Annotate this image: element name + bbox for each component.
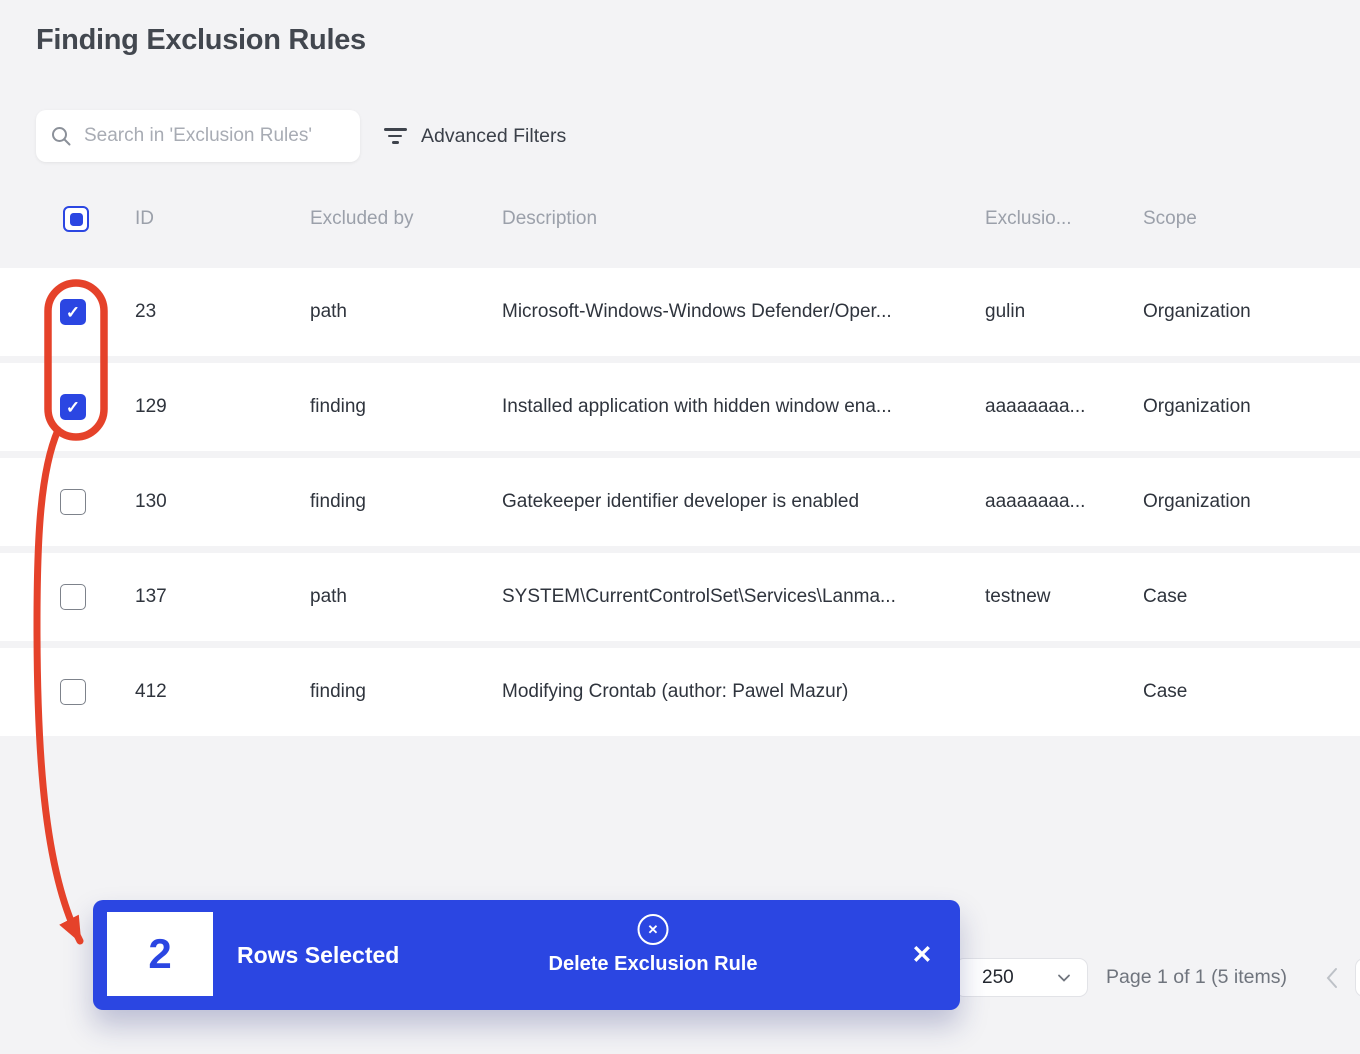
cell-scope: Organization	[1143, 268, 1251, 356]
column-header-exclusion[interactable]: Exclusio...	[985, 196, 1072, 242]
cell-exclusion: aaaaaaaa...	[985, 458, 1085, 546]
row-checkbox-checked[interactable]: ✓	[60, 299, 86, 325]
table-row[interactable]: 412 finding Modifying Crontab (author: P…	[0, 648, 1360, 736]
cell-id: 137	[135, 553, 167, 641]
table-row[interactable]: ✓ 23 path Microsoft-Windows-Windows Defe…	[0, 268, 1360, 356]
table-body: ✓ 23 path Microsoft-Windows-Windows Defe…	[0, 268, 1360, 743]
cell-description: Microsoft-Windows-Windows Defender/Oper.…	[502, 268, 892, 356]
indeterminate-mark-icon	[70, 213, 83, 226]
chevron-down-icon	[1057, 973, 1071, 983]
page-number-box-partial[interactable]	[1355, 958, 1360, 997]
cell-exclusion: aaaaaaaa...	[985, 363, 1085, 451]
delete-exclusion-rule-button[interactable]: ✕ Delete Exclusion Rule	[549, 914, 758, 976]
table-row[interactable]: 137 path SYSTEM\CurrentControlSet\Servic…	[0, 553, 1360, 641]
check-icon: ✓	[66, 304, 80, 321]
cell-description: Modifying Crontab (author: Pawel Mazur)	[502, 648, 848, 736]
row-checkbox-unchecked[interactable]	[60, 489, 86, 515]
row-checkbox-checked[interactable]: ✓	[60, 394, 86, 420]
cell-scope: Organization	[1143, 458, 1251, 546]
table-header: ID Excluded by Description Exclusio... S…	[0, 196, 1360, 242]
column-header-description[interactable]: Description	[502, 196, 597, 242]
column-header-id[interactable]: ID	[135, 196, 154, 242]
cell-scope: Case	[1143, 553, 1187, 641]
advanced-filters-label: Advanced Filters	[421, 125, 566, 148]
search-box[interactable]	[36, 110, 360, 162]
cell-scope: Organization	[1143, 363, 1251, 451]
cell-exclusion: testnew	[985, 553, 1050, 641]
page-title: Finding Exclusion Rules	[36, 24, 366, 57]
table-row[interactable]: ✓ 129 finding Installed application with…	[0, 363, 1360, 451]
row-checkbox-unchecked[interactable]	[60, 584, 86, 610]
cell-scope: Case	[1143, 648, 1187, 736]
rows-selected-label: Rows Selected	[237, 900, 399, 1010]
cell-description: Installed application with hidden window…	[502, 363, 892, 451]
advanced-filters-button[interactable]: Advanced Filters	[383, 118, 566, 154]
cell-id: 23	[135, 268, 156, 356]
cell-description: Gatekeeper identifier developer is enabl…	[502, 458, 859, 546]
cell-excluded-by: path	[310, 268, 347, 356]
column-header-scope[interactable]: Scope	[1143, 196, 1197, 242]
check-icon: ✓	[66, 399, 80, 416]
selected-count-badge: 2	[107, 912, 213, 996]
row-checkbox-unchecked[interactable]	[60, 679, 86, 705]
cell-id: 130	[135, 458, 167, 546]
chevron-left-icon[interactable]	[1318, 958, 1344, 997]
page-size-select[interactable]: 250	[955, 958, 1088, 997]
filter-icon	[383, 128, 407, 143]
cell-id: 412	[135, 648, 167, 736]
table-row[interactable]: 130 finding Gatekeeper identifier develo…	[0, 458, 1360, 546]
selection-bar: 2 Rows Selected ✕ Delete Exclusion Rule …	[93, 900, 960, 1010]
search-icon	[50, 125, 72, 147]
cell-id: 129	[135, 363, 167, 451]
close-selection-bar-button[interactable]: ✕	[902, 900, 942, 1010]
search-input[interactable]	[84, 125, 346, 147]
cell-excluded-by: path	[310, 553, 347, 641]
column-header-excluded-by[interactable]: Excluded by	[310, 196, 414, 242]
select-all-checkbox[interactable]	[63, 206, 89, 232]
cell-exclusion: gulin	[985, 268, 1025, 356]
delete-exclusion-rule-label: Delete Exclusion Rule	[549, 953, 758, 976]
cell-description: SYSTEM\CurrentControlSet\Services\Lanma.…	[502, 553, 896, 641]
cell-excluded-by: finding	[310, 363, 366, 451]
exclusion-rules-page: Finding Exclusion Rules Advanced Filters…	[0, 0, 1360, 1054]
cell-excluded-by: finding	[310, 648, 366, 736]
delete-circle-x-icon: ✕	[638, 914, 669, 945]
cell-excluded-by: finding	[310, 458, 366, 546]
close-icon: ✕	[912, 940, 933, 970]
page-size-value: 250	[982, 967, 1014, 989]
pagination-status: Page 1 of 1 (5 items)	[1106, 958, 1287, 997]
